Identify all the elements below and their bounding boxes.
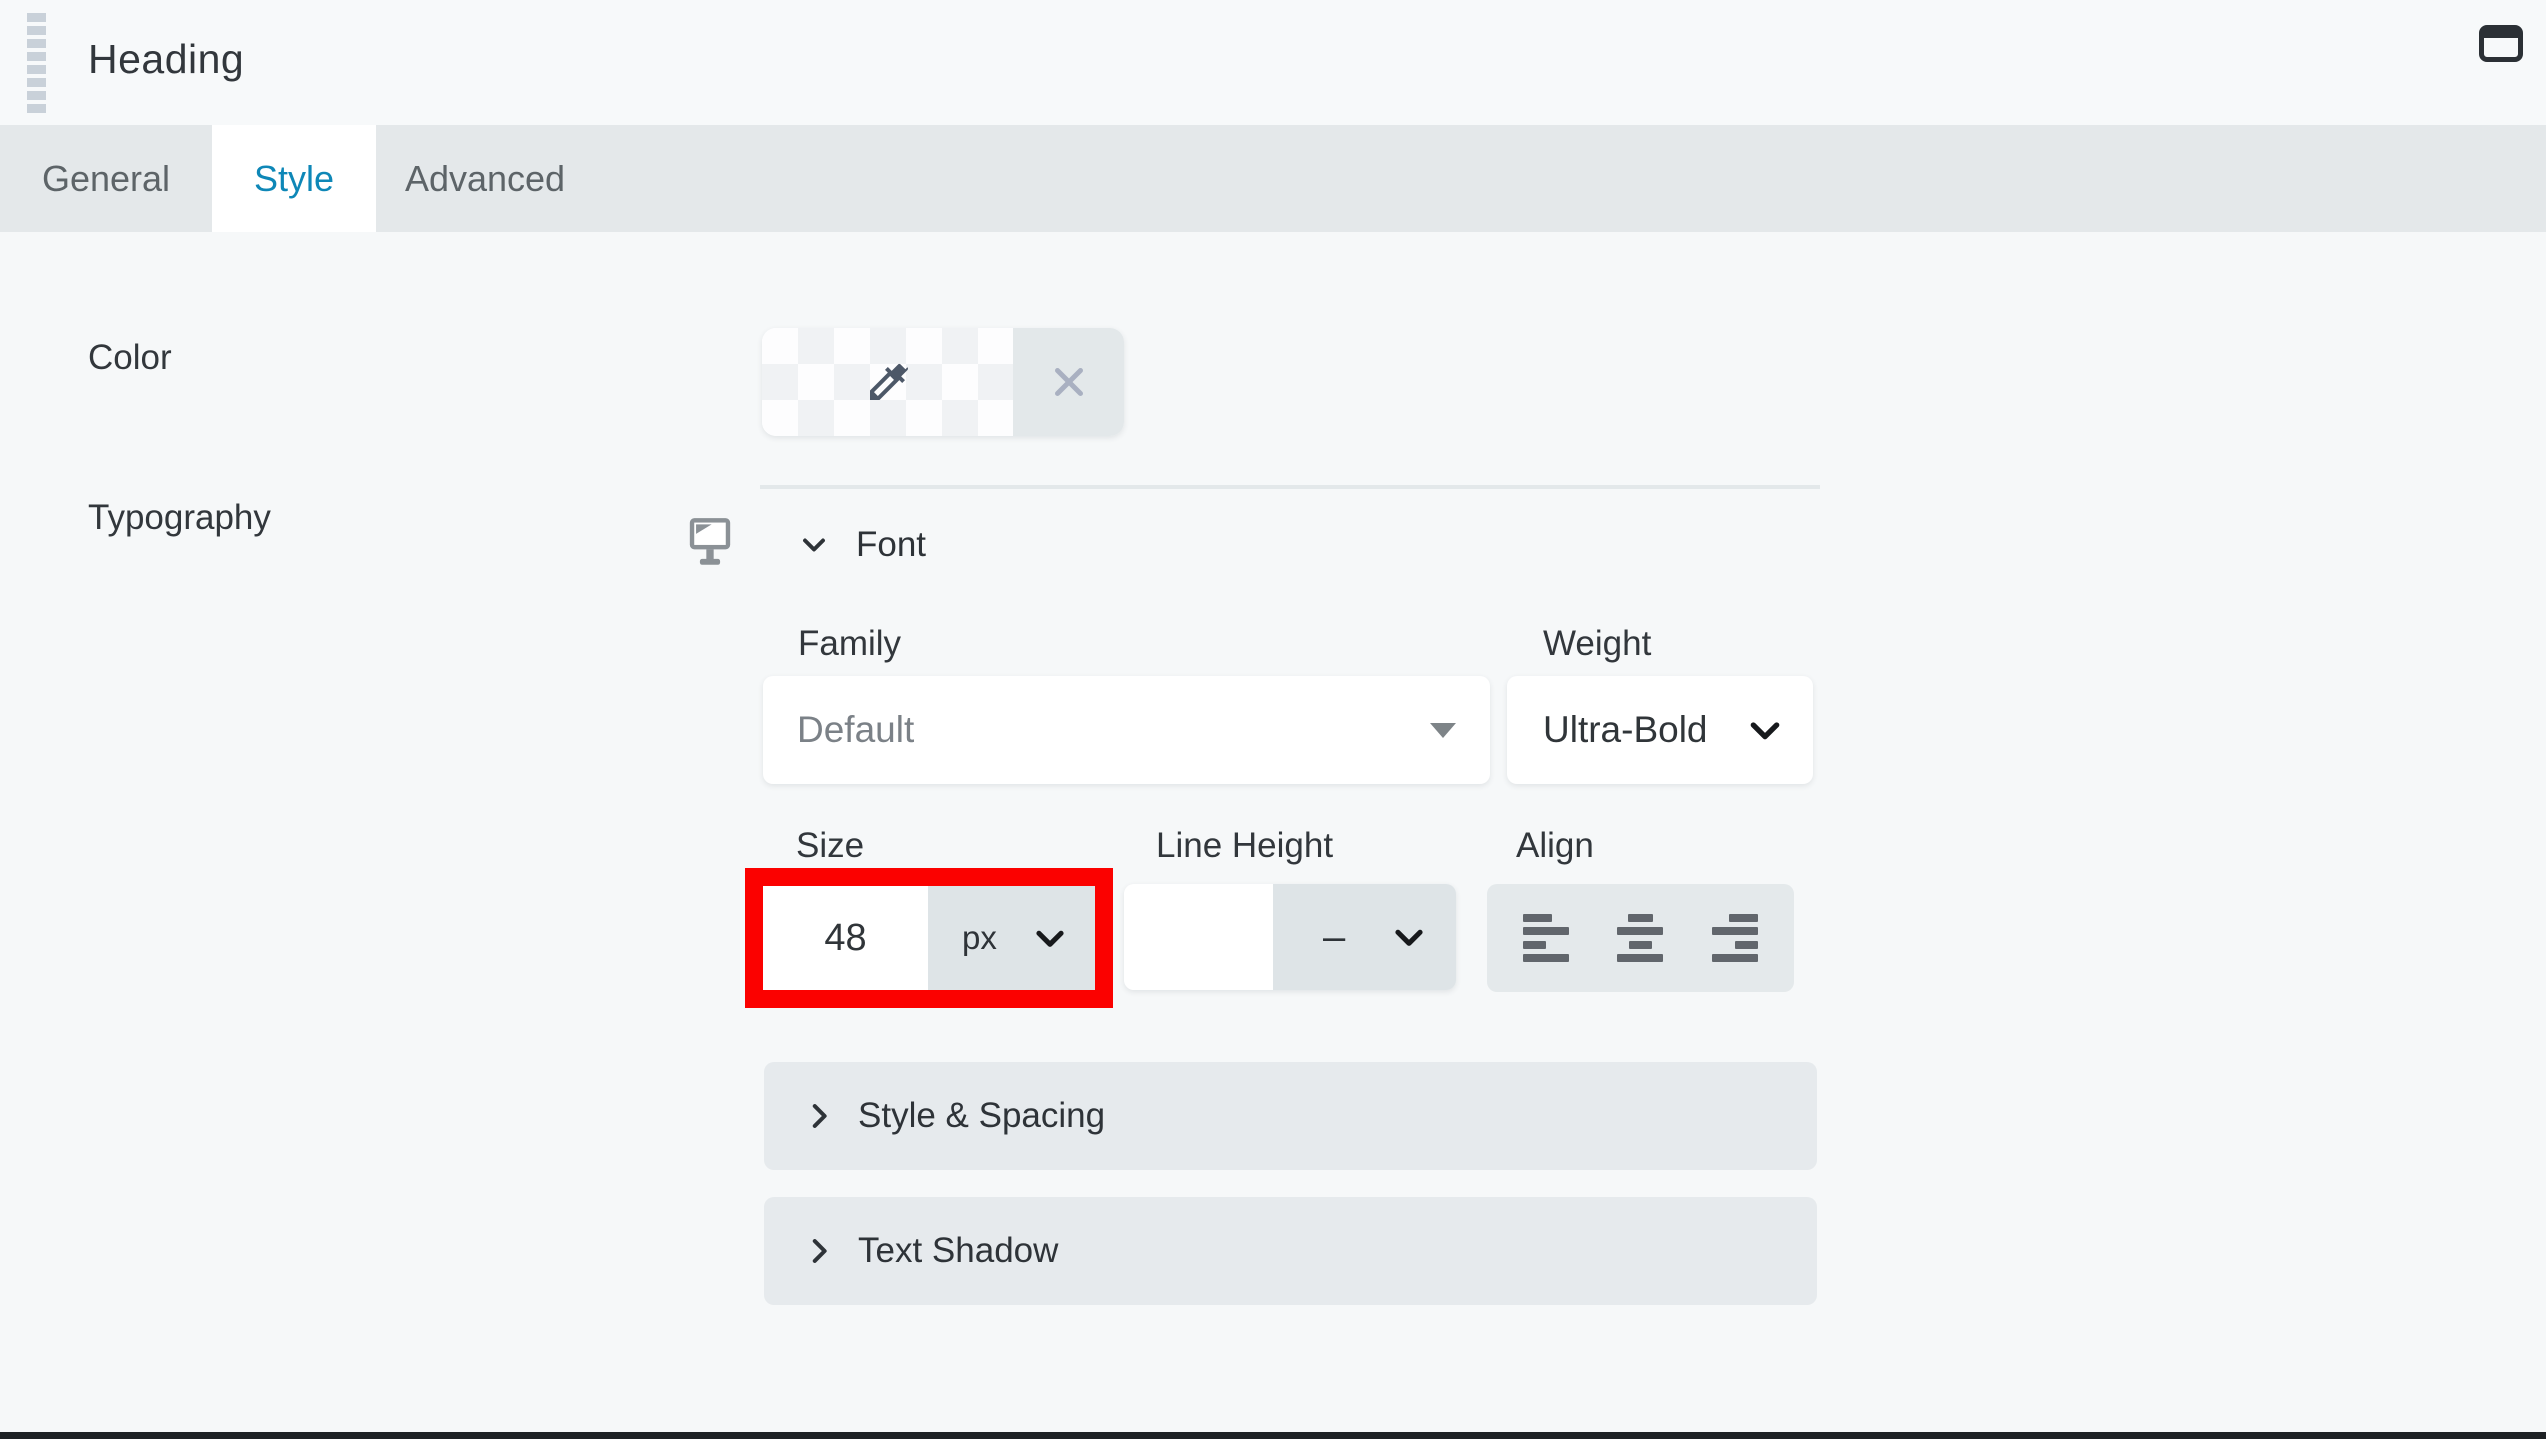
size-unit-value: px xyxy=(962,919,997,956)
chevron-right-icon xyxy=(812,1104,827,1128)
chevron-right-icon xyxy=(812,1239,827,1263)
dropdown-triangle-icon xyxy=(1430,722,1456,738)
align-left-button[interactable] xyxy=(1510,898,1582,978)
align-label: Align xyxy=(1516,826,1594,865)
size-label: Size xyxy=(796,826,865,865)
chevron-down-icon xyxy=(1750,722,1780,740)
color-swatch-button[interactable] xyxy=(762,328,1013,436)
style-spacing-section-title: Style & Spacing xyxy=(858,1096,1106,1135)
align-right-icon xyxy=(1711,914,1758,962)
color-picker-group xyxy=(762,328,1124,436)
eyedropper-icon xyxy=(869,363,908,400)
section-divider xyxy=(760,485,1820,489)
text-shadow-section-title: Text Shadow xyxy=(858,1231,1059,1270)
line-height-label: Line Height xyxy=(1156,826,1334,865)
size-unit-select[interactable]: px xyxy=(928,886,1095,990)
weight-label: Weight xyxy=(1543,624,1652,663)
weight-select[interactable]: Ultra-Bold xyxy=(1507,676,1813,784)
chevron-down-icon xyxy=(1395,929,1423,946)
family-selected-value: Default xyxy=(797,709,915,750)
family-select[interactable]: Default xyxy=(763,676,1490,784)
tab-advanced[interactable]: Advanced xyxy=(376,125,594,232)
size-input[interactable] xyxy=(763,886,928,990)
font-section-title: Font xyxy=(856,525,927,564)
align-center-icon xyxy=(1617,914,1664,962)
family-label: Family xyxy=(798,624,902,663)
tab-style-label: Style xyxy=(253,157,335,199)
line-height-unit-value: – xyxy=(1323,914,1346,959)
tab-general-label: General xyxy=(41,157,171,199)
bottom-edge-bar xyxy=(0,1432,2546,1439)
chevron-down-icon xyxy=(1036,930,1064,947)
tab-bar: General Style Advanced xyxy=(0,125,2546,232)
typography-label: Typography xyxy=(88,498,271,537)
panel-header: Heading xyxy=(0,0,2546,125)
text-shadow-section-header[interactable]: Text Shadow xyxy=(764,1197,1817,1305)
align-left-icon xyxy=(1523,914,1570,962)
color-label: Color xyxy=(88,338,172,377)
line-height-unit-select[interactable]: – xyxy=(1273,884,1456,990)
style-spacing-section-header[interactable]: Style & Spacing xyxy=(764,1062,1817,1170)
close-x-icon xyxy=(1054,368,1083,396)
weight-selected-value: Ultra-Bold xyxy=(1543,709,1708,750)
clear-color-button[interactable] xyxy=(1013,328,1124,436)
tab-style[interactable]: Style xyxy=(212,125,376,232)
align-right-button[interactable] xyxy=(1699,898,1771,978)
font-section-header[interactable]: Font xyxy=(796,518,926,572)
responsive-toggle-icon[interactable] xyxy=(688,516,732,568)
tab-advanced-label: Advanced xyxy=(404,157,566,199)
window-toggle-icon[interactable] xyxy=(2479,25,2523,62)
line-height-control-group: – xyxy=(1124,884,1456,990)
align-center-button[interactable] xyxy=(1604,898,1676,978)
chevron-down-icon xyxy=(803,538,825,552)
line-height-input[interactable] xyxy=(1124,884,1273,990)
size-control-group: px xyxy=(763,886,1095,990)
panel-title: Heading xyxy=(88,36,245,82)
tab-general[interactable]: General xyxy=(0,125,212,232)
drag-handle-icon[interactable] xyxy=(27,13,46,114)
align-button-group xyxy=(1487,884,1794,992)
